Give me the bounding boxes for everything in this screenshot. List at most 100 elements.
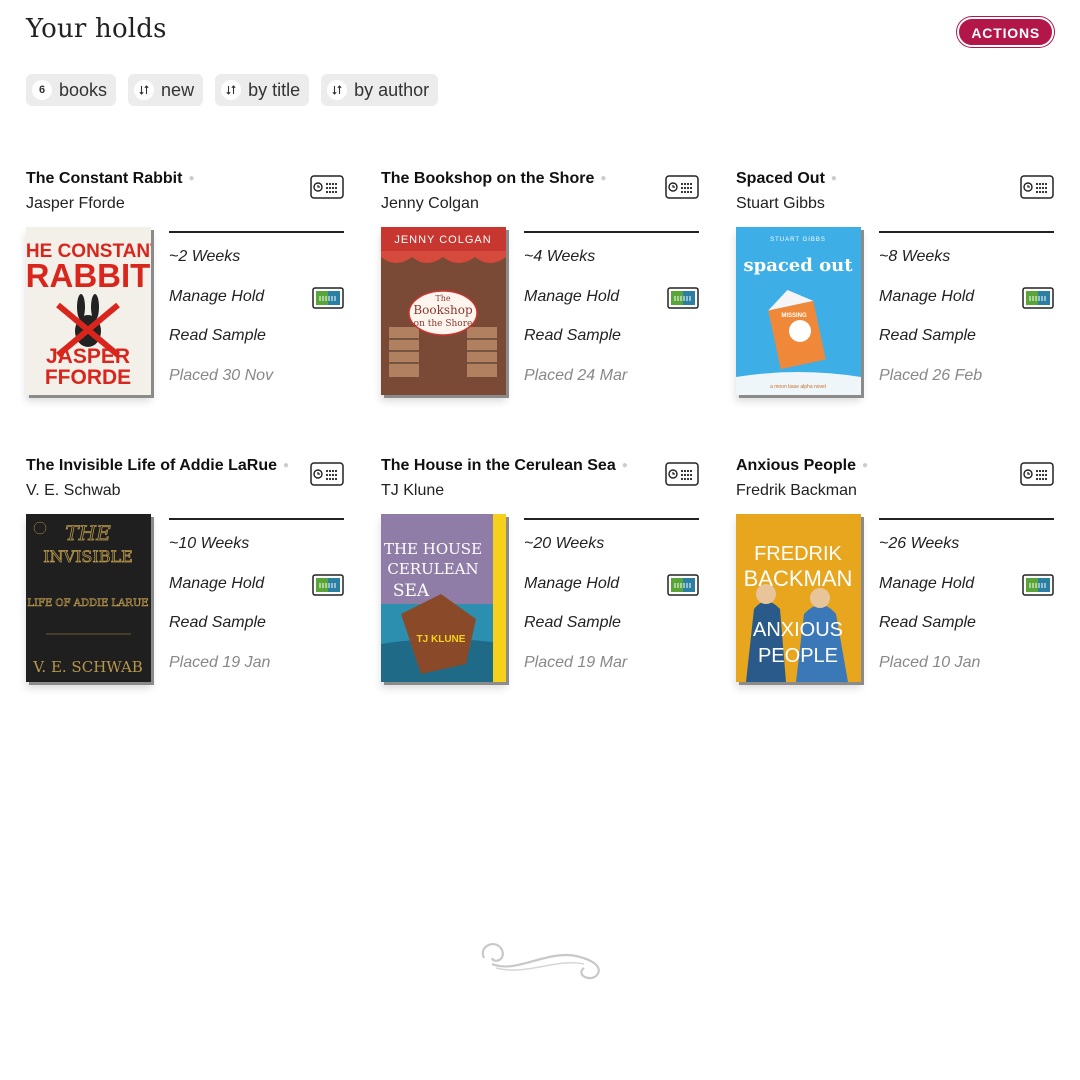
wait-estimate: ~2 Weeks [169,248,241,265]
cover-text: JENNY COLGAN [394,234,491,246]
cover-text: THE HOUSE [384,540,482,558]
cover-text: BACKMAN [744,566,853,591]
manage-hold-link[interactable]: Manage Hold [524,288,619,306]
book-cover[interactable]: THE CONSTANT RABBIT JASPER FFORDE [26,227,151,395]
book-cover[interactable]: FREDRIK BACKMAN ANXIOUS PEOPLE [736,514,861,682]
wait-estimate-icon[interactable] [665,175,699,199]
wait-estimate: ~26 Weeks [879,535,960,552]
cover-text: CERULEAN [387,560,478,578]
manage-hold-link[interactable]: Manage Hold [879,575,974,593]
kindle-format-icon [667,287,699,309]
read-sample-link[interactable]: Read Sample [169,614,266,632]
books-count-badge: 6 [32,80,52,100]
divider [169,518,344,520]
book-cover[interactable]: JENNY COLGAN The Bookshop on the Shore [381,227,506,395]
wait-estimate-icon[interactable] [1020,462,1054,486]
chip-label: by title [248,79,301,100]
sort-title-chip[interactable]: by title [215,74,310,106]
sort-new-chip[interactable]: new [128,74,204,106]
read-sample-link[interactable]: Read Sample [879,327,976,345]
read-sample-link[interactable]: Read Sample [879,614,976,632]
sort-icon [327,80,348,100]
wait-estimate: ~10 Weeks [169,535,250,552]
cover-text: ANXIOUS [753,619,843,641]
cover-text: SEA [393,581,430,601]
hold-card: The Bookshop on the Shore ● Jenny Colgan … [381,170,699,410]
cover-text: TJ KLUNE [417,634,466,645]
sort-author-chip[interactable]: by author [321,74,439,106]
cover-text: a moon base alpha novel [770,384,826,390]
wait-estimate-icon[interactable] [1020,175,1054,199]
cover-text: LIFE OF ADDIE LARUE [27,598,148,609]
cover-text: JASPER [46,345,130,368]
cover-text: MISSING [781,313,807,319]
placed-date: Placed 19 Mar [524,654,628,671]
book-cover[interactable]: THE INVISIBLE LIFE OF ADDIE LARUE V. E. … [26,514,151,682]
books-count-chip[interactable]: 6 books [26,74,117,106]
divider [524,231,699,233]
cover-text: RABBIT [26,257,150,294]
cover-text: FFORDE [45,366,131,389]
manage-hold-link[interactable]: Manage Hold [879,288,974,306]
cover-text: THE [65,521,111,545]
sort-icon [221,80,242,100]
kindle-format-icon [1022,287,1054,309]
wait-estimate-icon[interactable] [310,462,344,486]
divider [879,231,1054,233]
book-author[interactable]: Stuart Gibbs [736,195,825,213]
placed-date: Placed 24 Mar [524,367,628,384]
cover-text: V. E. SCHWAB [32,658,143,676]
divider [879,518,1054,520]
wait-estimate: ~20 Weeks [524,535,605,552]
read-sample-link[interactable]: Read Sample [524,327,621,345]
chip-label: new [161,79,195,100]
book-title[interactable]: The Invisible Life of Addie LaRue ● [26,457,289,475]
cover-text: The [435,294,450,303]
read-sample-link[interactable]: Read Sample [169,327,266,345]
book-title[interactable]: The Bookshop on the Shore ● [381,170,606,188]
book-author[interactable]: Jenny Colgan [381,195,479,213]
book-author[interactable]: V. E. Schwab [26,482,121,500]
kindle-format-icon [312,574,344,596]
chip-label: by author [354,79,430,100]
end-of-list-swirl-icon [481,943,600,980]
read-sample-link[interactable]: Read Sample [524,614,621,632]
divider [524,518,699,520]
book-author[interactable]: Fredrik Backman [736,482,857,500]
book-title[interactable]: Spaced Out ● [736,170,837,188]
sort-icon [134,80,155,100]
wait-estimate-icon[interactable] [310,175,344,199]
hold-card: Anxious People ● Fredrik Backman FREDRIK … [736,457,1054,697]
manage-hold-link[interactable]: Manage Hold [169,575,264,593]
wait-estimate-icon[interactable] [665,462,699,486]
hold-card: The Invisible Life of Addie LaRue ● V. E.… [26,457,344,697]
book-author[interactable]: Jasper Fforde [26,195,125,213]
hold-card: The House in the Cerulean Sea ● TJ Klune … [381,457,699,697]
cover-text: spaced out [743,255,853,276]
cover-text: STUART GIBBS [770,237,826,243]
book-title[interactable]: Anxious People ● [736,457,868,475]
cover-text: on the Shore [414,319,473,329]
wait-estimate: ~4 Weeks [524,248,596,265]
chip-label: books [59,79,108,100]
divider [169,231,344,233]
placed-date: Placed 19 Jan [169,654,271,671]
book-title[interactable]: The Constant Rabbit ● [26,170,194,188]
page-title: Your holds [26,14,167,44]
actions-button[interactable]: ACTIONS [957,17,1054,47]
book-cover[interactable]: THE HOUSE CERULEAN SEA TJ KLUNE [381,514,506,682]
book-cover[interactable]: STUART GIBBS spaced out MISSING a moon b… [736,227,861,395]
book-title[interactable]: The House in the Cerulean Sea ● [381,457,628,475]
placed-date: Placed 10 Jan [879,654,981,671]
hold-card: The Constant Rabbit● Jasper Fforde THE C… [26,170,344,410]
kindle-format-icon [1022,574,1054,596]
manage-hold-link[interactable]: Manage Hold [169,288,264,306]
cover-text: PEOPLE [758,645,838,667]
placed-date: Placed 30 Nov [169,367,274,384]
manage-hold-link[interactable]: Manage Hold [524,575,619,593]
kindle-format-icon [667,574,699,596]
cover-text: FREDRIK [754,543,842,565]
hold-card: Spaced Out ● Stuart Gibbs STUART GIBBS sp… [736,170,1054,410]
kindle-format-icon [312,287,344,309]
book-author[interactable]: TJ Klune [381,482,444,500]
